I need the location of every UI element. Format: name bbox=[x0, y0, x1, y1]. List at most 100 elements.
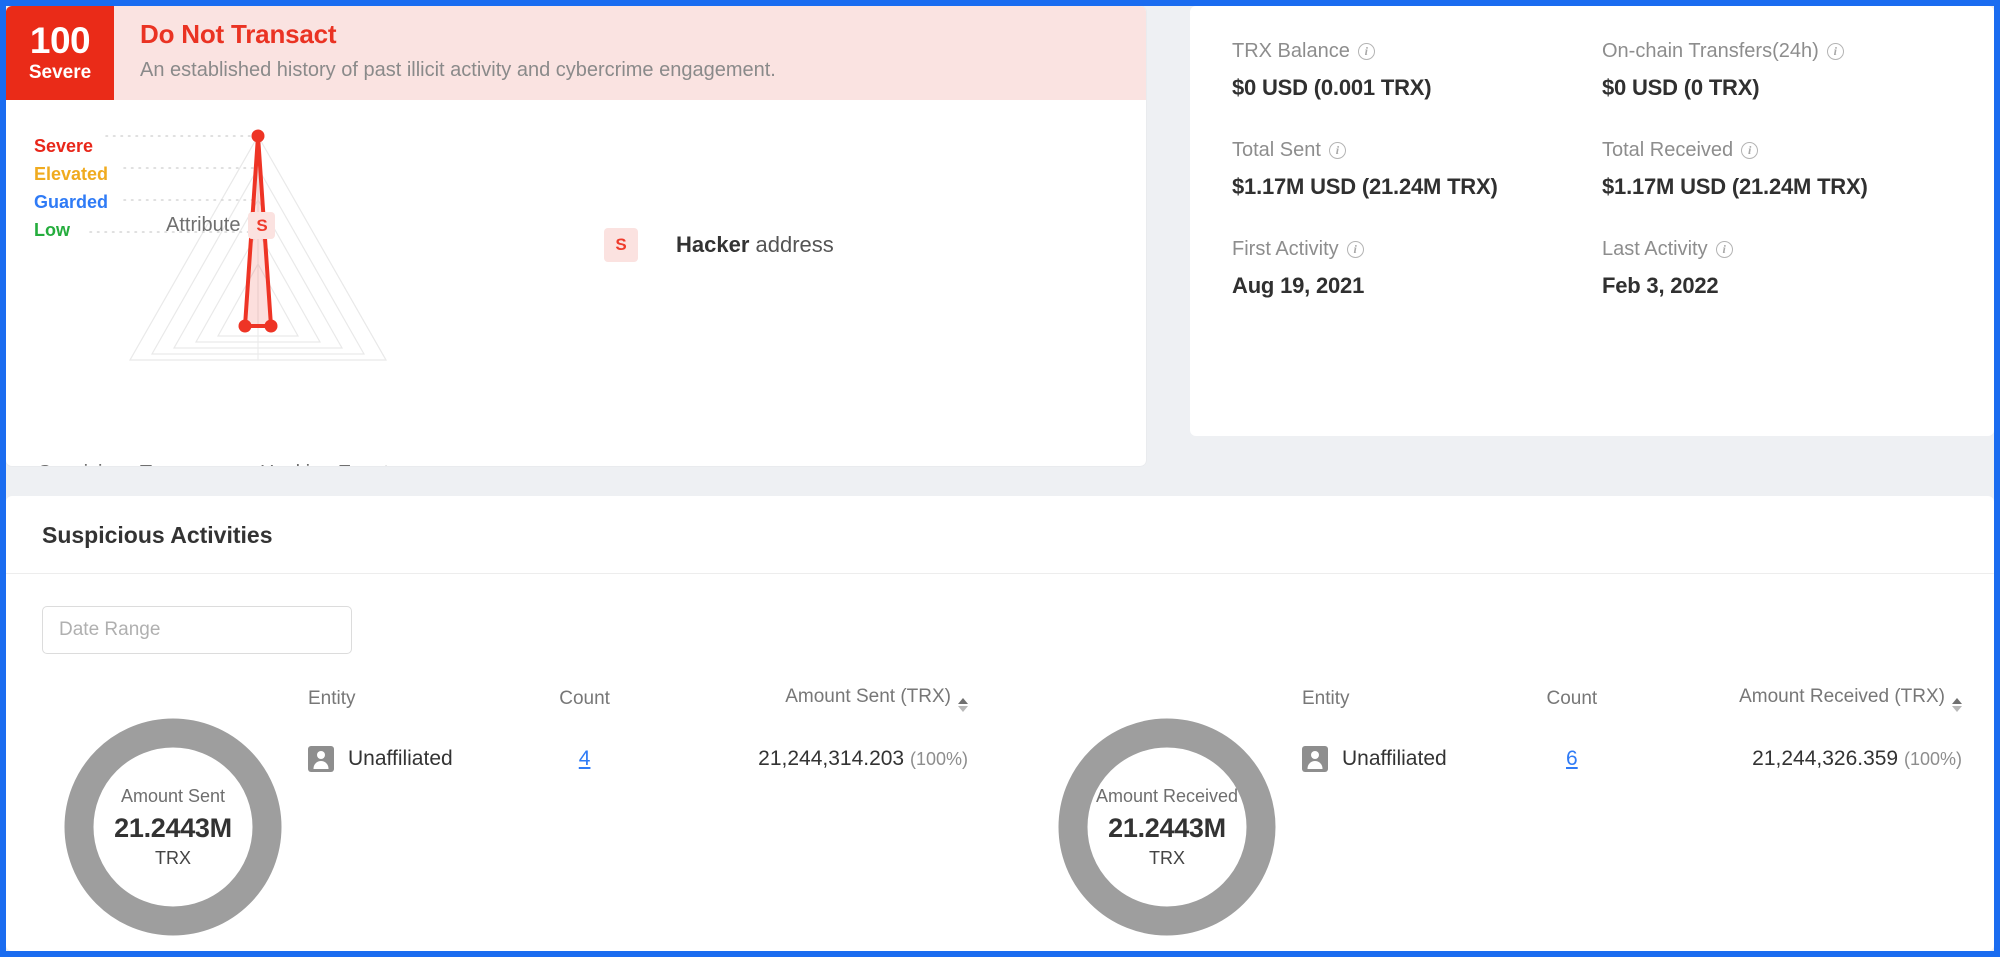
radar-axis-hacking-event: Hacking Event bbox=[260, 462, 389, 466]
risk-score-badge: 100 Severe bbox=[6, 6, 114, 100]
stat-first-activity: First Activity i Aug 19, 2021 bbox=[1232, 238, 1582, 299]
date-range-input[interactable]: Date Range bbox=[42, 606, 352, 654]
sort-icon[interactable] bbox=[1952, 698, 1962, 712]
stat-last-activity-label: Last Activity bbox=[1602, 238, 1708, 261]
radar-axis-attribute-text: Attribute bbox=[166, 214, 240, 236]
amount-received-donut-unit: TRX bbox=[1149, 848, 1185, 869]
col-entity: Entity bbox=[308, 686, 515, 746]
stat-onchain-transfers-value: $0 USD (0 TRX) bbox=[1602, 75, 1952, 101]
amount-received-donut-title: Amount Received bbox=[1096, 786, 1238, 807]
radar-level-elevated: Elevated bbox=[34, 160, 274, 188]
suspicious-activities-title: Suspicious Activities bbox=[6, 496, 1994, 574]
col-entity: Entity bbox=[1302, 686, 1502, 746]
amount-received-donut: Amount Received 21.2443M TRX bbox=[1048, 708, 1286, 946]
address-stats-grid: TRX Balance i $0 USD (0.001 TRX) On-chai… bbox=[1232, 40, 1952, 299]
radar-axis-suspicious-txn: Suspicious Txn bbox=[38, 462, 173, 466]
amount-sent-donut-center: Amount Sent 21.2443M TRX bbox=[54, 708, 292, 946]
risk-banner-title: Do Not Transact bbox=[140, 19, 776, 50]
sort-icon[interactable] bbox=[958, 698, 968, 712]
radar-level-severe: Severe bbox=[34, 132, 274, 160]
risk-score-value: 100 bbox=[30, 22, 90, 59]
amount-received-table: Entity Count Amount Received (TRX) bbox=[1302, 686, 1994, 772]
stat-label: Total Received i bbox=[1602, 139, 1952, 162]
info-icon[interactable]: i bbox=[1741, 142, 1758, 159]
amount-sent-table: Entity Count Amount Sent (TRX) bbox=[308, 686, 1000, 772]
amount-received-donut-value: 21.2443M bbox=[1108, 813, 1226, 844]
count-link[interactable]: 6 bbox=[1566, 747, 1578, 770]
person-icon bbox=[1302, 746, 1328, 772]
person-icon bbox=[308, 746, 334, 772]
stat-total-received-label: Total Received bbox=[1602, 139, 1733, 162]
table-header-row: Entity Count Amount Sent (TRX) bbox=[308, 686, 1000, 746]
top-row: 100 Severe Do Not Transact An establishe… bbox=[6, 6, 1994, 472]
table-row: Unaffiliated 4 21,244,314.203 (100%) bbox=[308, 746, 1000, 772]
stat-trx-balance-label: TRX Balance bbox=[1232, 40, 1350, 63]
amount-sent-donut: Amount Sent 21.2443M TRX bbox=[54, 708, 292, 946]
stat-onchain-transfers-label: On-chain Transfers(24h) bbox=[1602, 40, 1819, 63]
stat-onchain-transfers: On-chain Transfers(24h) i $0 USD (0 TRX) bbox=[1602, 40, 1952, 101]
info-icon[interactable]: i bbox=[1827, 43, 1844, 60]
stat-total-sent: Total Sent i $1.17M USD (21.24M TRX) bbox=[1232, 139, 1582, 200]
stat-label: TRX Balance i bbox=[1232, 40, 1582, 63]
stat-trx-balance: TRX Balance i $0 USD (0.001 TRX) bbox=[1232, 40, 1582, 101]
col-count: Count bbox=[515, 686, 655, 746]
risk-report-page: 100 Severe Do Not Transact An establishe… bbox=[0, 0, 2000, 957]
col-amount-sent[interactable]: Amount Sent (TRX) bbox=[655, 686, 1000, 746]
radar-axis-attribute: Attribute S bbox=[166, 212, 275, 239]
stat-last-activity: Last Activity i Feb 3, 2022 bbox=[1602, 238, 1952, 299]
stat-label: Total Sent i bbox=[1232, 139, 1582, 162]
suspicious-activities-card: Suspicious Activities Date Range Amount … bbox=[6, 496, 1994, 951]
legend-label-bold: Hacker bbox=[676, 232, 749, 257]
stat-total-sent-label: Total Sent bbox=[1232, 139, 1321, 162]
count-link[interactable]: 4 bbox=[579, 747, 591, 770]
stat-first-activity-label: First Activity bbox=[1232, 238, 1339, 261]
amount-sent-donut-unit: TRX bbox=[155, 848, 191, 869]
info-icon[interactable]: i bbox=[1358, 43, 1375, 60]
legend-label: Hacker address bbox=[676, 232, 834, 258]
stat-total-received: Total Received i $1.17M USD (21.24M TRX) bbox=[1602, 139, 1952, 200]
date-range-placeholder: Date Range bbox=[59, 619, 160, 641]
amount-sent-percent: (100%) bbox=[910, 749, 968, 769]
radar-chart-area: Severe Elevated Guarded Low AttributeS S… bbox=[6, 100, 1146, 466]
stat-label: First Activity i bbox=[1232, 238, 1582, 261]
info-icon[interactable]: i bbox=[1329, 142, 1346, 159]
table-row: Unaffiliated 6 21,244,326.359 (100%) bbox=[1302, 746, 1994, 772]
entity-cell: Unaffiliated bbox=[1302, 746, 1502, 772]
risk-score-card: 100 Severe Do Not Transact An establishe… bbox=[6, 6, 1146, 466]
legend-label-rest: address bbox=[749, 232, 833, 257]
stat-first-activity-value: Aug 19, 2021 bbox=[1232, 273, 1582, 299]
amount-sent-panel: Amount Sent 21.2443M TRX Entity Count Am bbox=[6, 680, 1000, 946]
info-icon[interactable]: i bbox=[1716, 241, 1733, 258]
amount-sent-value: 21,244,314.203 bbox=[758, 747, 904, 770]
stat-total-received-value: $1.17M USD (21.24M TRX) bbox=[1602, 174, 1952, 200]
col-count: Count bbox=[1502, 686, 1642, 746]
entity-cell: Unaffiliated bbox=[308, 746, 515, 772]
col-amount-received-label: Amount Received (TRX) bbox=[1739, 686, 1945, 707]
amount-sent-donut-title: Amount Sent bbox=[121, 786, 225, 807]
amount-received-panel: Amount Received 21.2443M TRX Entity Coun… bbox=[1000, 680, 1994, 946]
col-amount-received[interactable]: Amount Received (TRX) bbox=[1642, 686, 1994, 746]
suspicious-panels: Amount Sent 21.2443M TRX Entity Count Am bbox=[6, 680, 1994, 946]
entity-name: Unaffiliated bbox=[1342, 747, 1447, 771]
amount-received-value: 21,244,326.359 bbox=[1752, 747, 1898, 770]
stat-trx-balance-value: $0 USD (0.001 TRX) bbox=[1232, 75, 1582, 101]
severity-chip-icon: S bbox=[248, 212, 275, 239]
legend-badge-icon: S bbox=[604, 228, 638, 262]
risk-banner-description: An established history of past illicit a… bbox=[140, 59, 776, 82]
amount-received-donut-center: Amount Received 21.2443M TRX bbox=[1048, 708, 1286, 946]
column-gap bbox=[1146, 6, 1190, 472]
table-header-row: Entity Count Amount Received (TRX) bbox=[1302, 686, 1994, 746]
stat-label: Last Activity i bbox=[1602, 238, 1952, 261]
entity-name: Unaffiliated bbox=[348, 747, 453, 771]
risk-banner: 100 Severe Do Not Transact An establishe… bbox=[6, 6, 1146, 100]
risk-severity-label: Severe bbox=[29, 62, 91, 84]
address-stats-card: TRX Balance i $0 USD (0.001 TRX) On-chai… bbox=[1190, 6, 1994, 436]
stat-label: On-chain Transfers(24h) i bbox=[1602, 40, 1952, 63]
stat-last-activity-value: Feb 3, 2022 bbox=[1602, 273, 1952, 299]
amount-received-percent: (100%) bbox=[1904, 749, 1962, 769]
stat-total-sent-value: $1.17M USD (21.24M TRX) bbox=[1232, 174, 1582, 200]
info-icon[interactable]: i bbox=[1347, 241, 1364, 258]
risk-banner-text: Do Not Transact An established history o… bbox=[114, 6, 776, 100]
radar-legend: S Hacker address bbox=[604, 228, 834, 262]
col-amount-sent-label: Amount Sent (TRX) bbox=[785, 686, 951, 707]
